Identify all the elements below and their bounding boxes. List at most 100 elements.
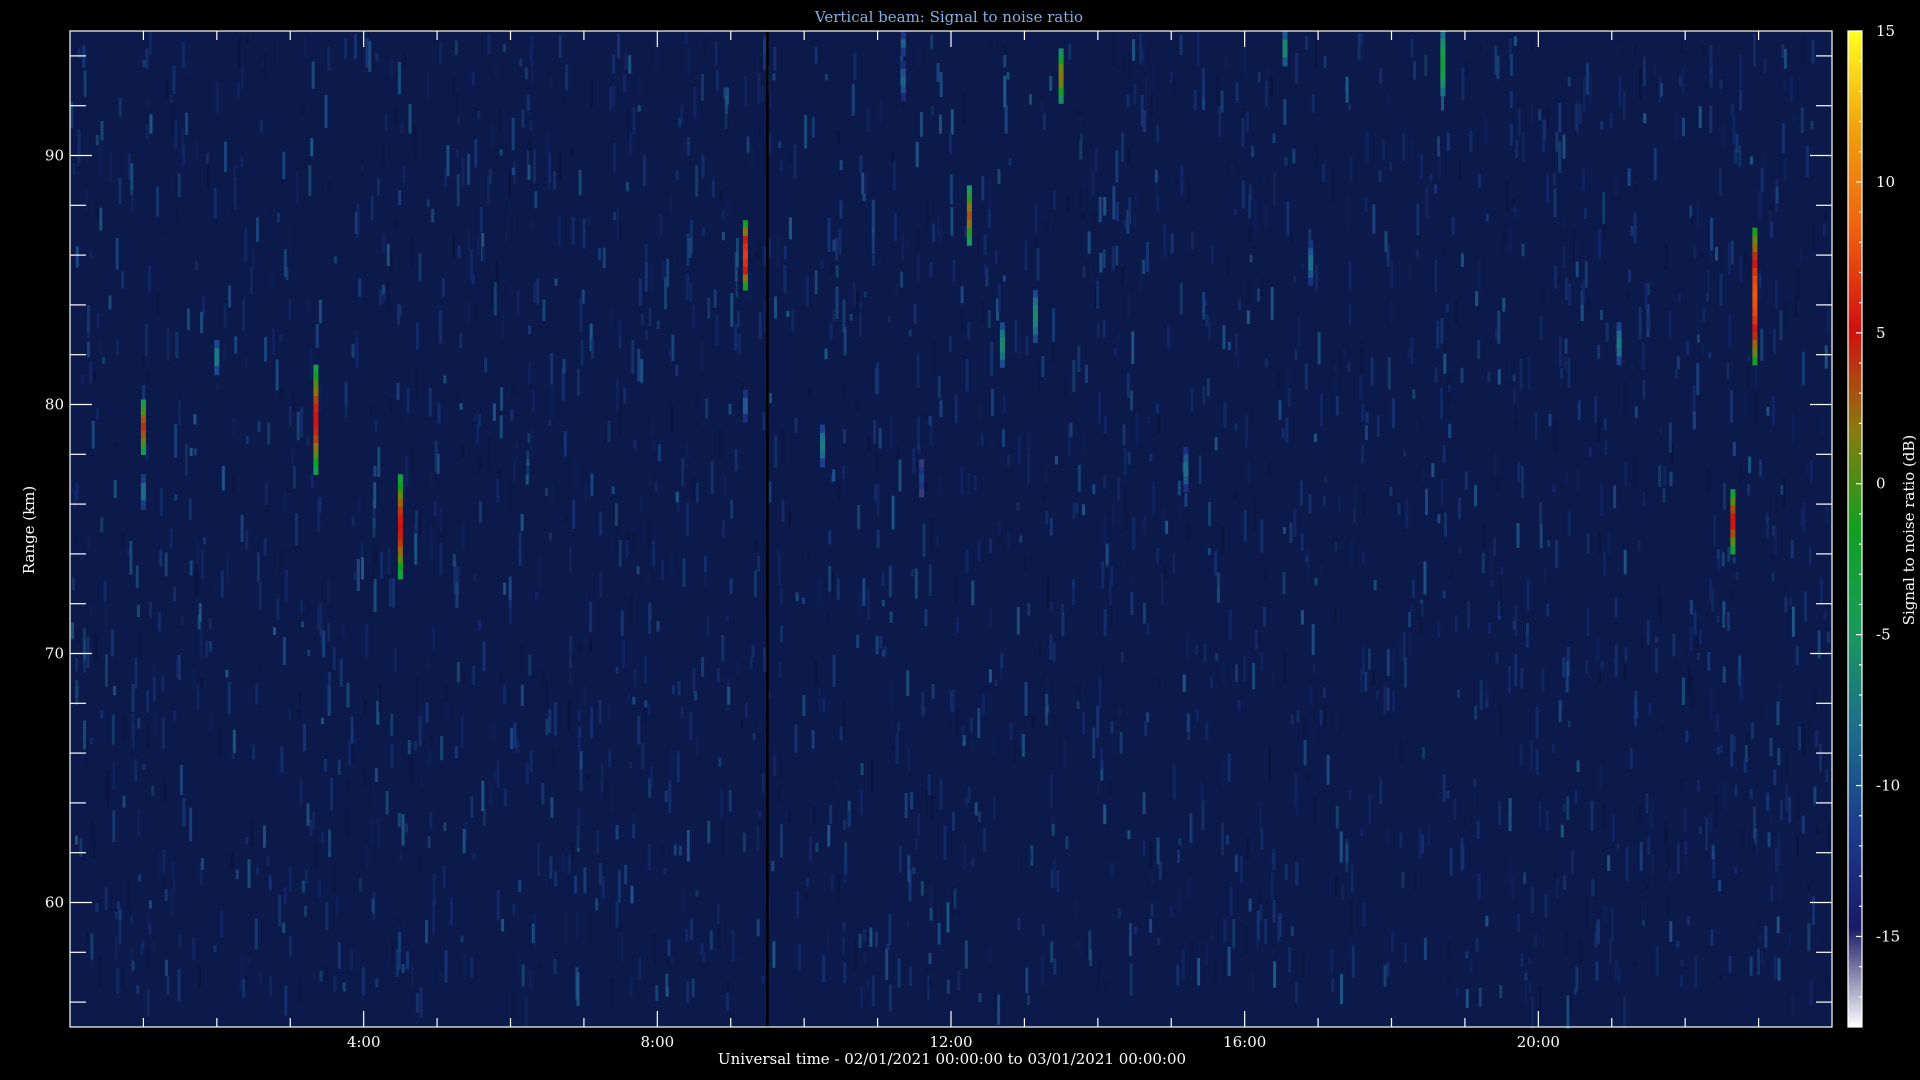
chart-title: Vertical beam: Signal to noise ratio xyxy=(814,8,1083,26)
noise-cell xyxy=(871,975,875,1006)
noise-cell xyxy=(1475,937,1479,952)
noise-cell xyxy=(369,406,373,416)
noise-cell xyxy=(1139,258,1143,292)
noise-cell xyxy=(587,216,591,227)
noise-cell xyxy=(1783,80,1787,91)
noise-cell xyxy=(1130,576,1134,586)
noise-cell xyxy=(1247,278,1251,304)
noise-cell xyxy=(1485,213,1489,222)
noise-cell xyxy=(410,962,414,987)
noise-cell xyxy=(1340,973,1343,1005)
noise-cell xyxy=(1760,328,1764,361)
noise-cell xyxy=(971,740,974,754)
noise-cell xyxy=(736,662,740,675)
noise-cell xyxy=(1442,590,1446,599)
noise-cell xyxy=(1442,249,1446,257)
noise-cell xyxy=(625,540,629,558)
echo-cell xyxy=(1752,316,1758,325)
noise-cell xyxy=(1697,780,1700,792)
noise-cell xyxy=(1623,663,1627,680)
noise-cell xyxy=(1499,984,1503,999)
noise-cell xyxy=(960,286,964,304)
noise-cell xyxy=(1633,212,1637,244)
noise-cell xyxy=(1512,374,1516,382)
noise-cell xyxy=(333,975,337,993)
noise-cell xyxy=(290,448,294,464)
noise-cell xyxy=(1149,841,1153,870)
noise-cell xyxy=(1303,740,1307,766)
noise-cell xyxy=(75,658,79,672)
noise-cell xyxy=(112,810,116,843)
noise-cell xyxy=(1643,113,1647,124)
noise-cell xyxy=(518,879,522,892)
noise-cell xyxy=(666,258,670,287)
noise-cell xyxy=(1691,677,1695,710)
echo-cell xyxy=(1308,247,1314,256)
noise-cell xyxy=(1289,231,1293,242)
noise-cell xyxy=(1547,540,1551,547)
noise-cell xyxy=(515,441,519,449)
noise-cell xyxy=(1641,342,1645,370)
noise-cell xyxy=(460,716,464,749)
noise-cell xyxy=(916,416,920,450)
noise-cell xyxy=(1017,918,1021,930)
noise-cell xyxy=(1165,520,1169,534)
noise-cell xyxy=(196,685,200,711)
noise-cell xyxy=(1101,663,1104,683)
noise-cell xyxy=(145,946,149,967)
noise-cell xyxy=(1715,713,1719,732)
noise-cell xyxy=(1481,552,1485,574)
noise-cell xyxy=(939,400,943,417)
noise-cell xyxy=(1493,537,1497,556)
noise-cell xyxy=(1517,913,1520,933)
noise-cell xyxy=(95,903,99,913)
noise-cell xyxy=(1647,836,1651,855)
noise-cell xyxy=(440,736,444,761)
noise-cell xyxy=(1728,956,1732,973)
noise-cell xyxy=(328,840,331,851)
noise-cell xyxy=(1301,953,1305,977)
echo-cell xyxy=(742,274,748,283)
noise-cell xyxy=(118,908,122,920)
noise-cell xyxy=(1241,180,1245,209)
noise-cell xyxy=(1187,182,1191,206)
noise-cell xyxy=(929,907,933,921)
noise-cell xyxy=(499,149,503,156)
echo-cell xyxy=(313,458,319,467)
noise-cell xyxy=(661,260,665,280)
noise-cell xyxy=(1122,561,1126,570)
noise-cell xyxy=(860,762,864,776)
noise-cell xyxy=(1244,925,1248,955)
noise-cell xyxy=(632,696,636,705)
noise-cell xyxy=(1260,278,1264,297)
noise-cell xyxy=(1203,643,1207,663)
noise-cell xyxy=(444,684,448,703)
noise-cell xyxy=(709,930,713,951)
noise-cell xyxy=(1229,886,1233,916)
echo-cell xyxy=(919,459,925,468)
noise-cell xyxy=(1361,647,1365,674)
noise-cell xyxy=(1311,94,1315,113)
noise-cell xyxy=(400,121,404,135)
noise-cell xyxy=(1696,362,1700,396)
noise-cell xyxy=(961,726,965,741)
noise-cell xyxy=(695,165,699,197)
noise-cell xyxy=(1360,828,1364,837)
noise-cell xyxy=(988,669,992,683)
noise-cell xyxy=(818,688,822,715)
noise-cell xyxy=(438,970,442,983)
noise-cell xyxy=(796,891,800,918)
noise-cell xyxy=(266,855,270,865)
noise-cell xyxy=(1028,94,1032,105)
echo-cell xyxy=(313,427,319,436)
noise-cell xyxy=(358,278,362,297)
noise-cell xyxy=(1331,978,1335,993)
noise-cell xyxy=(853,938,857,970)
noise-cell xyxy=(1447,942,1451,959)
noise-cell xyxy=(1773,328,1777,354)
noise-cell xyxy=(159,549,163,567)
noise-cell xyxy=(1128,923,1132,957)
echo-cell xyxy=(1440,79,1446,89)
noise-cell xyxy=(134,759,138,783)
noise-cell xyxy=(1247,460,1251,486)
